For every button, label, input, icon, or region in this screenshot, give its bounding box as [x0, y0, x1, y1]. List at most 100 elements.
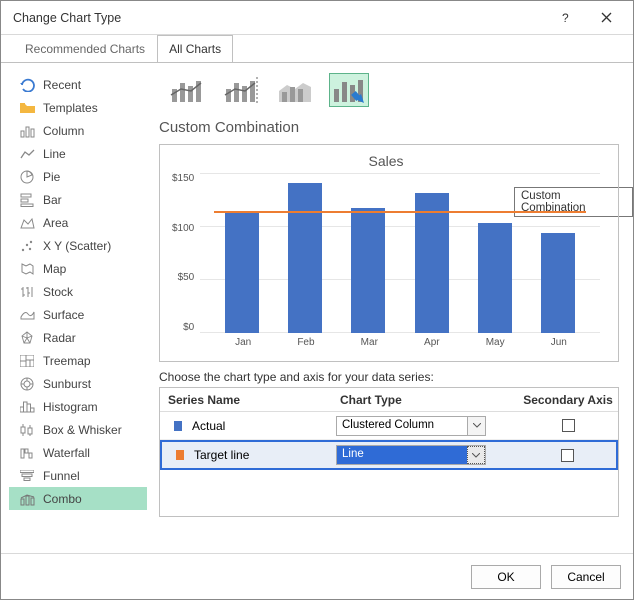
- label: Pie: [43, 170, 60, 184]
- change-chart-type-dialog: Change Chart Type ? Recommended Charts A…: [0, 0, 634, 600]
- subtype-row: [159, 73, 619, 107]
- label: Combo: [43, 492, 82, 506]
- combo-icon: [19, 491, 35, 507]
- chart-type-sidebar: Recent Templates Column Line Pie Bar Are…: [1, 63, 147, 553]
- cancel-button[interactable]: Cancel: [551, 565, 621, 589]
- line-icon: [19, 146, 35, 162]
- waterfall-icon: [19, 445, 35, 461]
- sidebar-item-boxwhisker[interactable]: Box & Whisker: [9, 418, 147, 441]
- label: Map: [43, 262, 66, 276]
- sidebar-item-surface[interactable]: Surface: [9, 303, 147, 326]
- sidebar-item-map[interactable]: Map: [9, 257, 147, 280]
- label: Surface: [43, 308, 84, 322]
- subtype-stacked-area-column[interactable]: [275, 73, 315, 107]
- x-axis: JanFebMarAprMayJun: [172, 333, 600, 348]
- label: Recent: [43, 78, 81, 92]
- bar: [478, 223, 512, 333]
- sidebar-item-templates[interactable]: Templates: [9, 96, 147, 119]
- sidebar-item-scatter[interactable]: X Y (Scatter): [9, 234, 147, 257]
- sidebar-item-column[interactable]: Column: [9, 119, 147, 142]
- label: Bar: [43, 193, 62, 207]
- label: Sunburst: [43, 377, 91, 391]
- sidebar-item-combo[interactable]: Combo: [9, 487, 147, 510]
- sunburst-icon: [19, 376, 35, 392]
- stock-icon: [19, 284, 35, 300]
- radar-icon: [19, 330, 35, 346]
- bar: [541, 233, 575, 333]
- ok-button[interactable]: OK: [471, 565, 541, 589]
- sidebar-item-recent[interactable]: Recent: [9, 73, 147, 96]
- sidebar-item-stock[interactable]: Stock: [9, 280, 147, 303]
- section-title: Custom Combination: [159, 119, 619, 136]
- chart-type-dropdown-target[interactable]: Line: [336, 445, 486, 465]
- series-row-actual[interactable]: Actual Clustered Column: [160, 412, 618, 440]
- chevron-down-icon: [467, 417, 485, 435]
- secondary-axis-checkbox-actual[interactable]: [562, 419, 575, 432]
- recent-icon: [19, 77, 35, 93]
- pie-icon: [19, 169, 35, 185]
- dialog-title: Change Chart Type: [13, 11, 121, 25]
- bar-icon: [19, 192, 35, 208]
- sidebar-item-funnel[interactable]: Funnel: [9, 464, 147, 487]
- swatch: [174, 421, 182, 431]
- sidebar-item-histogram[interactable]: Histogram: [9, 395, 147, 418]
- series-table: Series Name Chart Type Secondary Axis Ac…: [159, 387, 619, 517]
- label: Box & Whisker: [43, 423, 122, 437]
- target-line: [214, 211, 586, 213]
- label: Funnel: [43, 469, 80, 483]
- tab-recommended-charts[interactable]: Recommended Charts: [13, 35, 157, 62]
- close-button[interactable]: [587, 4, 625, 32]
- label: Templates: [43, 101, 98, 115]
- tab-bar: Recommended Charts All Charts: [1, 35, 633, 63]
- boxwhisker-icon: [19, 422, 35, 438]
- swatch: [176, 450, 184, 460]
- tab-all-charts[interactable]: All Charts: [157, 35, 233, 62]
- histogram-icon: [19, 399, 35, 415]
- sidebar-item-area[interactable]: Area: [9, 211, 147, 234]
- label: Histogram: [43, 400, 98, 414]
- bar: [351, 208, 385, 333]
- area-icon: [19, 215, 35, 231]
- sidebar-item-waterfall[interactable]: Waterfall: [9, 441, 147, 464]
- main-panel: Custom Combination Custom Combination Sa…: [147, 63, 633, 553]
- label: Area: [43, 216, 68, 230]
- series-name: Actual: [192, 419, 336, 433]
- bar: [225, 213, 259, 333]
- bar: [415, 193, 449, 333]
- chart-type-dropdown-actual[interactable]: Clustered Column: [336, 416, 486, 436]
- column-icon: [19, 123, 35, 139]
- label: Column: [43, 124, 84, 138]
- surface-icon: [19, 307, 35, 323]
- titlebar: Change Chart Type ?: [1, 1, 633, 35]
- sidebar-item-radar[interactable]: Radar: [9, 326, 147, 349]
- sidebar-item-sunburst[interactable]: Sunburst: [9, 372, 147, 395]
- plot-area: [200, 173, 600, 333]
- chevron-down-icon: [467, 446, 485, 464]
- help-button[interactable]: ?: [547, 4, 585, 32]
- dialog-body: Recent Templates Column Line Pie Bar Are…: [1, 63, 633, 553]
- choose-label: Choose the chart type and axis for your …: [159, 370, 619, 384]
- label: Treemap: [43, 354, 91, 368]
- sidebar-item-treemap[interactable]: Treemap: [9, 349, 147, 372]
- chart-title: Sales: [172, 153, 600, 169]
- subtype-clustered-column-line[interactable]: [167, 73, 207, 107]
- header-series-name: Series Name: [160, 393, 336, 407]
- label: Line: [43, 147, 66, 161]
- svg-text:?: ?: [562, 12, 569, 24]
- map-icon: [19, 261, 35, 277]
- scatter-icon: [19, 238, 35, 254]
- subtype-clustered-column-line-secondary[interactable]: [221, 73, 261, 107]
- header-chart-type: Chart Type: [336, 393, 518, 407]
- bar: [288, 183, 322, 333]
- folder-icon: [19, 100, 35, 116]
- series-row-target-line[interactable]: Target line Line: [160, 440, 618, 470]
- secondary-axis-checkbox-target[interactable]: [561, 449, 574, 462]
- chart-preview: Sales $150 $100 $50 $0 JanFebMarAprMayJu…: [159, 144, 619, 362]
- label: X Y (Scatter): [43, 239, 111, 253]
- subtype-custom-combination[interactable]: [329, 73, 369, 107]
- sidebar-item-bar[interactable]: Bar: [9, 188, 147, 211]
- sidebar-item-pie[interactable]: Pie: [9, 165, 147, 188]
- sidebar-item-line[interactable]: Line: [9, 142, 147, 165]
- label: Stock: [43, 285, 73, 299]
- y-axis: $150 $100 $50 $0: [172, 173, 200, 333]
